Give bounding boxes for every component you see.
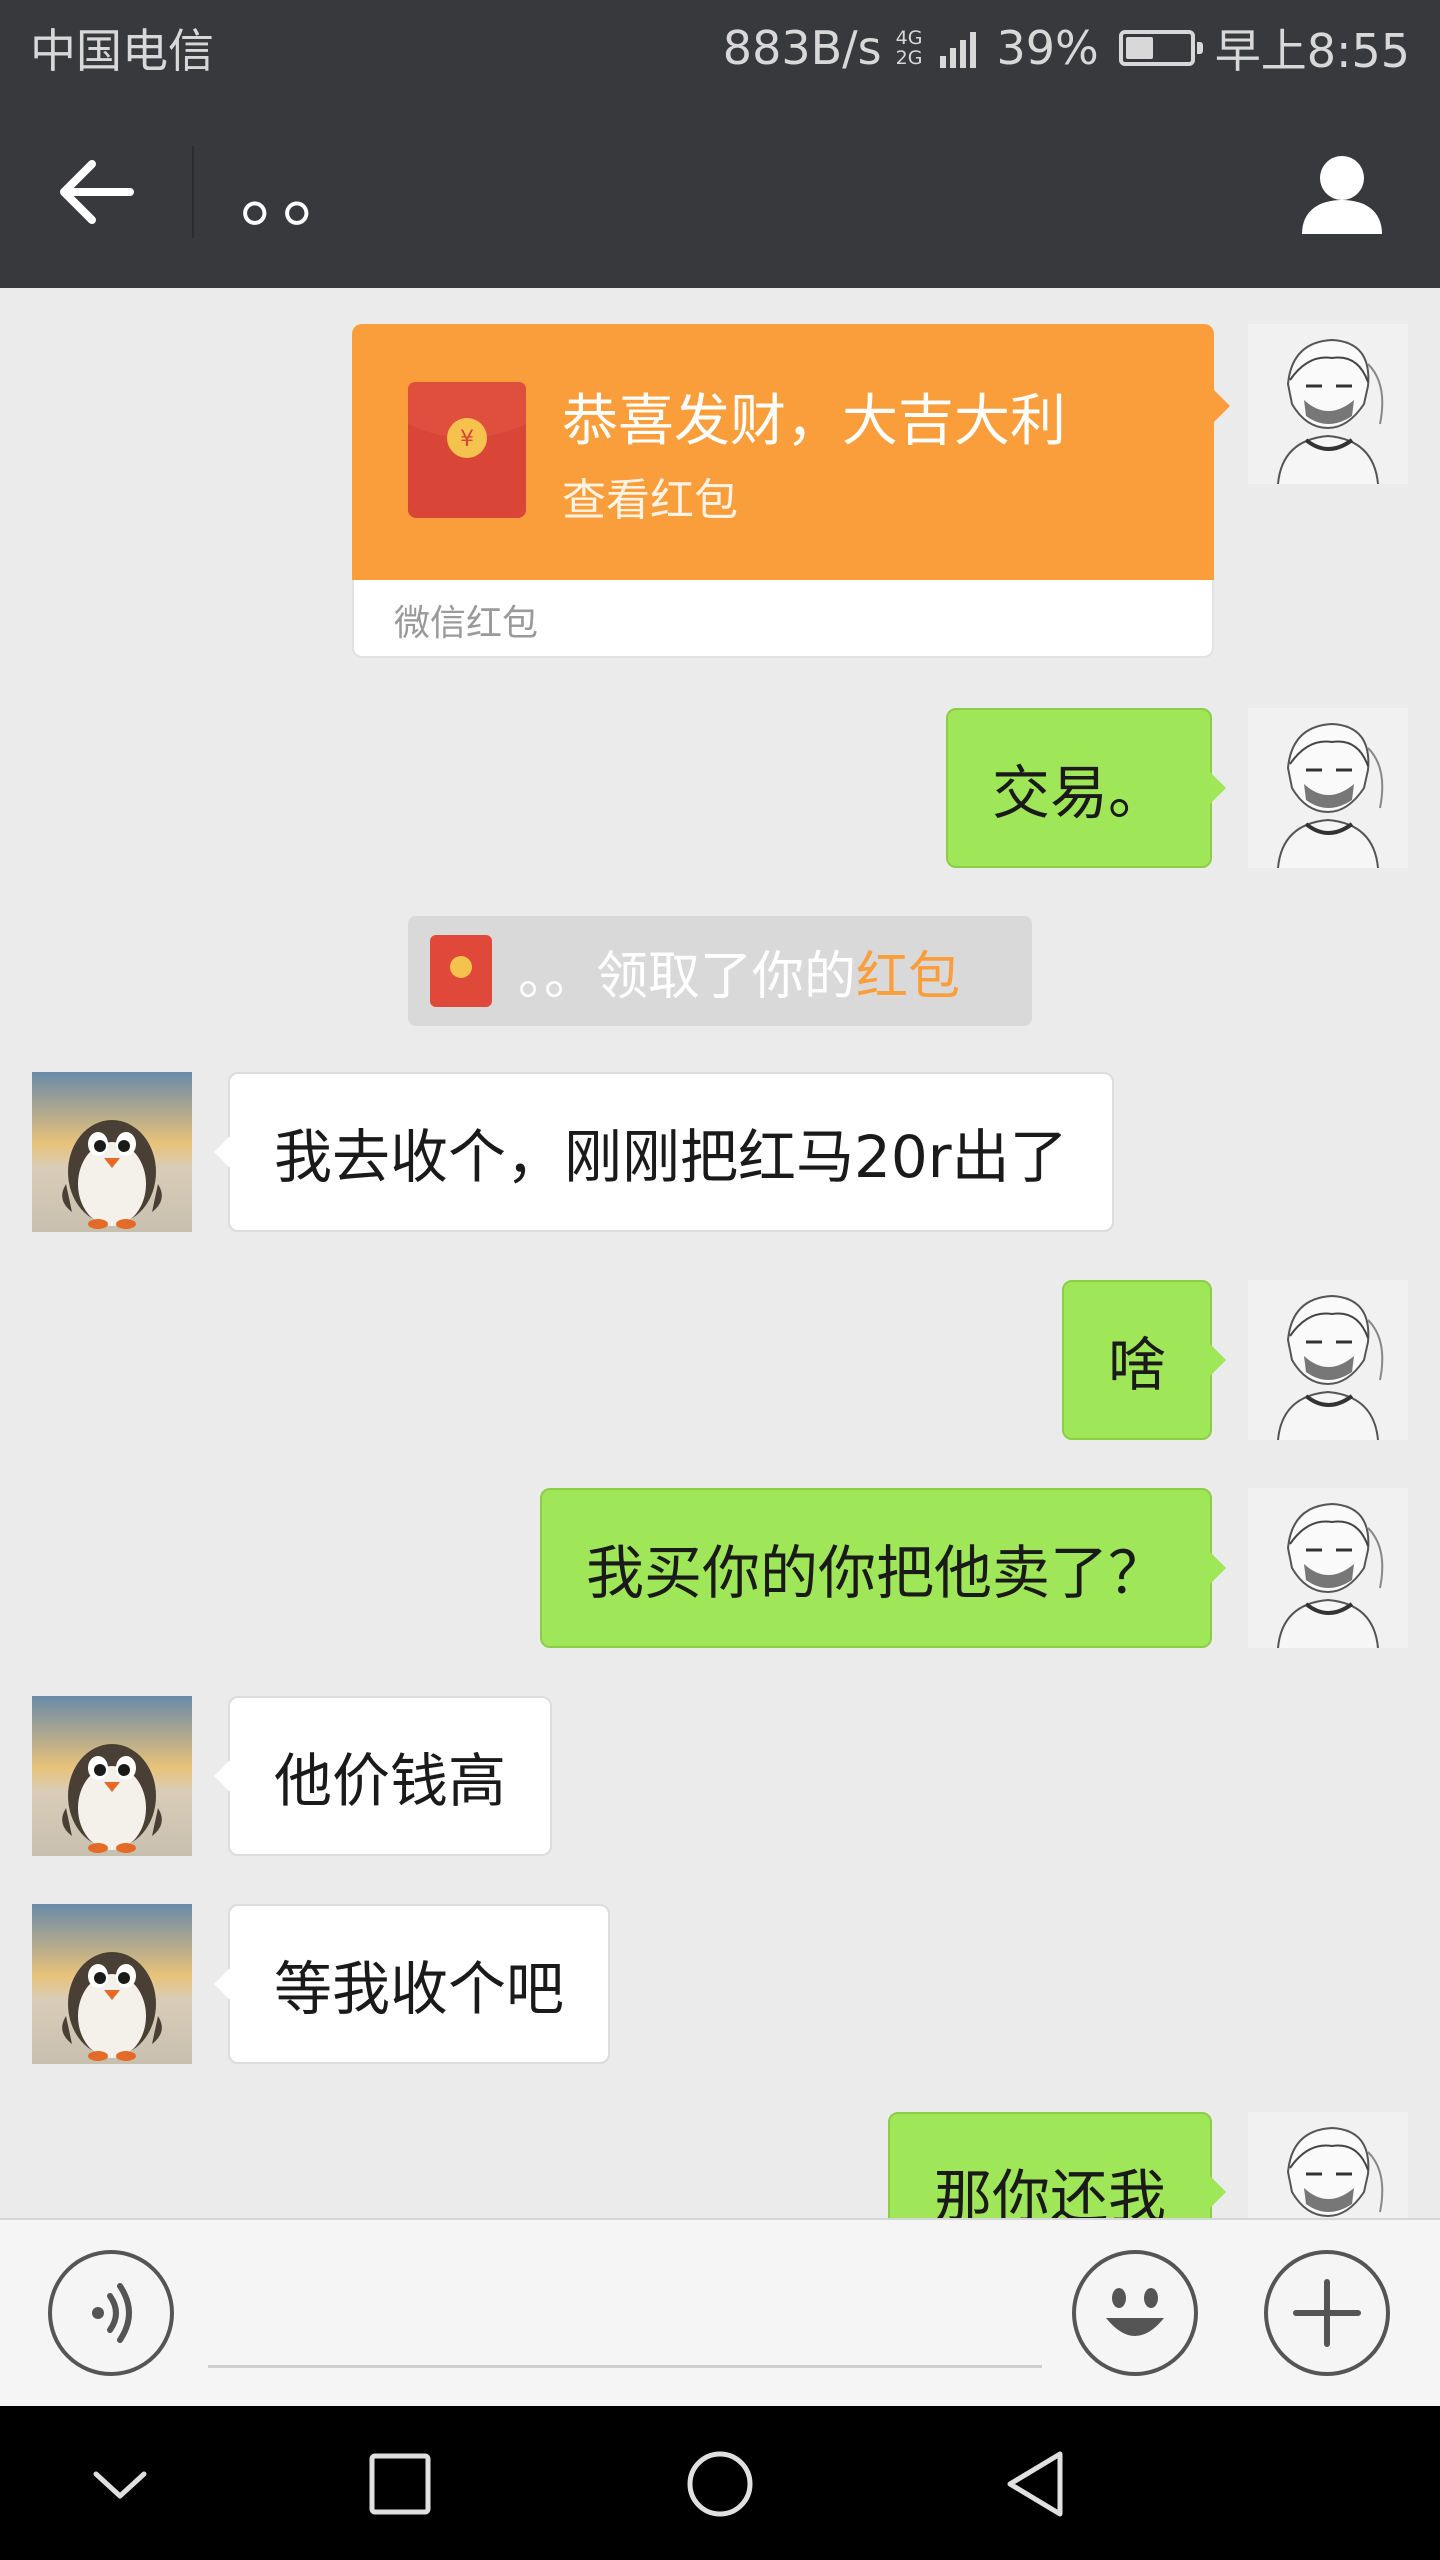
nav-recents-button[interactable] <box>360 2444 440 2524</box>
square-icon <box>369 2453 431 2515</box>
circle-icon <box>687 2451 753 2517</box>
emoji-button[interactable] <box>1070 2248 1200 2378</box>
red-packet-card[interactable]: ¥ 恭喜发财，大吉大利 查看红包 微信红包 <box>352 324 1230 658</box>
person-icon <box>1302 156 1382 234</box>
battery-level <box>1125 37 1153 59</box>
self-avatar-image <box>1248 324 1408 484</box>
more-button[interactable] <box>1262 2248 1392 2378</box>
message-text: 啥 <box>1107 1331 1166 1399</box>
system-nav-bar <box>0 2406 1440 2560</box>
triangle-back-icon <box>1007 2451 1063 2517</box>
red-packet-title: 恭喜发财，大吉大利 <box>562 389 1066 454</box>
arrow-left-icon <box>60 160 134 224</box>
message-bubble[interactable]: 那你还我 <box>887 2112 1227 2218</box>
message-bubble[interactable]: 我买你的你把他卖了？ <box>539 1488 1227 1648</box>
self-avatar-image <box>1248 708 1408 868</box>
message-text: 他价钱高 <box>274 1747 507 1815</box>
system-notice: 。。领取了你的红包 <box>408 916 1032 1026</box>
status-bar: 中国电信 883B/s 4G 2G 39% 早上8:55 <box>0 0 1440 96</box>
self-avatar[interactable] <box>1248 2112 1408 2218</box>
message-text: 交易。 <box>991 759 1166 827</box>
message-bubble[interactable]: 啥 <box>1061 1280 1227 1440</box>
nav-back-button[interactable] <box>998 2444 1078 2524</box>
network-type-icon: 4G 2G <box>895 27 923 69</box>
self-avatar-image <box>1248 1488 1408 1648</box>
red-packet-body: ¥ 恭喜发财，大吉大利 查看红包 <box>352 324 1230 580</box>
message-text: 那你还我 <box>933 2163 1166 2218</box>
plus-icon <box>1264 2250 1390 2376</box>
peer-avatar-image <box>32 1904 192 2064</box>
nav-collapse-button[interactable] <box>80 2444 160 2524</box>
red-envelope-icon <box>430 935 492 1007</box>
nav-home-button[interactable] <box>680 2444 760 2524</box>
peer-avatar-image <box>32 1696 192 1856</box>
network-speed: 883B/s <box>722 21 882 75</box>
message-text: 我买你的你把他卖了？ <box>585 1539 1166 1607</box>
voice-icon <box>48 2250 174 2376</box>
back-button[interactable] <box>56 154 136 230</box>
message-input[interactable] <box>208 2248 1042 2368</box>
peer-avatar[interactable] <box>32 1072 192 1232</box>
self-avatar-image <box>1248 2112 1408 2218</box>
svg-text:¥: ¥ <box>460 427 474 452</box>
notice-text: 。。领取了你的 <box>518 946 857 1007</box>
input-bar <box>0 2218 1440 2406</box>
carrier-name: 中国电信 <box>30 24 214 78</box>
self-avatar[interactable] <box>1248 1488 1408 1648</box>
self-avatar[interactable] <box>1248 708 1408 868</box>
chat-title: 。。 <box>240 149 362 238</box>
message-list[interactable]: ¥ 恭喜发财，大吉大利 查看红包 微信红包 交易。 。。领取了你的红包 我去收个… <box>0 288 1440 2218</box>
notice-red-packet-link[interactable]: 红包 <box>856 947 960 1007</box>
battery-icon <box>1118 30 1203 66</box>
emoji-icon <box>1072 2250 1198 2376</box>
chat-header: 。。 <box>0 96 1440 288</box>
message-text: 我去收个，刚刚把红马20r出了 <box>274 1123 1068 1191</box>
voice-button[interactable] <box>46 2248 176 2378</box>
message-bubble[interactable]: 我去收个，刚刚把红马20r出了 <box>214 1072 1114 1232</box>
peer-avatar[interactable] <box>32 1904 192 2064</box>
self-avatar-image <box>1248 1280 1408 1440</box>
header-divider <box>192 146 194 238</box>
self-avatar[interactable] <box>1248 1280 1408 1440</box>
message-bubble[interactable]: 他价钱高 <box>213 1696 553 1856</box>
red-packet-subtitle: 查看红包 <box>562 475 738 526</box>
signal-icon <box>940 28 977 68</box>
self-avatar[interactable] <box>1248 324 1408 484</box>
message-text: 等我收个吧 <box>274 1955 565 2023</box>
battery-percent: 39% <box>996 21 1099 75</box>
chevron-down-icon <box>93 2471 147 2499</box>
red-envelope-icon: ¥ <box>408 382 526 518</box>
message-bubble[interactable]: 交易。 <box>945 708 1227 868</box>
chat-info-button[interactable] <box>1296 148 1388 240</box>
peer-avatar-image <box>32 1072 192 1232</box>
red-packet-footer: 微信红包 <box>394 603 539 644</box>
peer-avatar[interactable] <box>32 1696 192 1856</box>
message-bubble[interactable]: 等我收个吧 <box>213 1904 611 2064</box>
clock: 早上8:55 <box>1214 24 1410 78</box>
